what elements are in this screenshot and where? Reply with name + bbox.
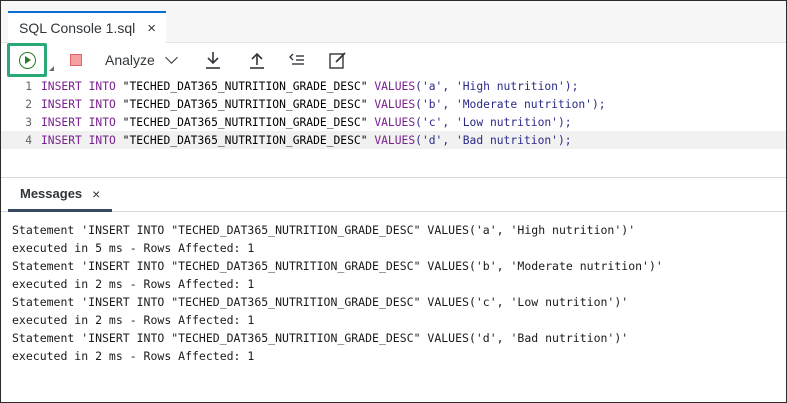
message-line: executed in 5 ms - Rows Affected: 1 <box>12 241 255 255</box>
code-text: INSERT INTO "TECHED_DAT365_NUTRITION_GRA… <box>41 97 606 111</box>
message-line: executed in 2 ms - Rows Affected: 1 <box>12 349 255 363</box>
tab-messages[interactable]: Messages × <box>8 178 113 212</box>
sql-editor[interactable]: 1 INSERT INTO "TECHED_DAT365_NUTRITION_G… <box>1 77 786 181</box>
message-line: Statement 'INSERT INTO "TECHED_DAT365_NU… <box>12 223 636 237</box>
run-icon <box>18 51 36 69</box>
analyze-label: Analyze <box>105 52 155 68</box>
editor-line[interactable]: 2 INSERT INTO "TECHED_DAT365_NUTRITION_G… <box>1 95 786 113</box>
upload-icon <box>250 52 264 69</box>
message-line: Statement 'INSERT INTO "TECHED_DAT365_NU… <box>12 259 663 273</box>
messages-output: Statement 'INSERT INTO "TECHED_DAT365_NU… <box>12 221 782 365</box>
message-line: Statement 'INSERT INTO "TECHED_DAT365_NU… <box>12 331 629 345</box>
edit-button[interactable] <box>327 49 349 71</box>
close-icon[interactable]: × <box>147 21 156 36</box>
line-number: 1 <box>25 79 32 93</box>
editor-line-active[interactable]: 4 INSERT INTO "TECHED_DAT365_NUTRITION_G… <box>1 131 786 149</box>
analyze-dropdown[interactable]: Analyze <box>105 49 178 71</box>
code-text: INSERT INTO "TECHED_DAT365_NUTRITION_GRA… <box>41 115 572 129</box>
line-number: 2 <box>25 97 32 111</box>
tab-label: SQL Console 1.sql <box>19 20 136 36</box>
editor-line[interactable]: 3 INSERT INTO "TECHED_DAT365_NUTRITION_G… <box>1 113 786 131</box>
chevron-down-icon <box>164 51 178 64</box>
messages-tab-label: Messages <box>20 186 83 201</box>
toolbar: Analyze <box>1 43 786 77</box>
run-button[interactable] <box>7 43 47 77</box>
messages-tab-bar: Messages × <box>1 178 786 212</box>
stop-button[interactable] <box>67 51 85 69</box>
line-number: 4 <box>25 133 32 147</box>
upload-button[interactable] <box>246 49 268 71</box>
editor-tab-bar: SQL Console 1.sql × <box>1 1 786 43</box>
editor-line[interactable]: 1 INSERT INTO "TECHED_DAT365_NUTRITION_G… <box>1 77 786 95</box>
message-line: executed in 2 ms - Rows Affected: 1 <box>12 313 255 327</box>
stop-icon <box>70 54 82 66</box>
message-line: Statement 'INSERT INTO "TECHED_DAT365_NU… <box>12 295 629 309</box>
line-number: 3 <box>25 115 32 129</box>
download-button[interactable] <box>202 49 224 71</box>
close-icon[interactable]: × <box>92 186 100 202</box>
format-button[interactable] <box>286 49 308 71</box>
code-text: INSERT INTO "TECHED_DAT365_NUTRITION_GRA… <box>41 79 579 93</box>
tab-sql-console[interactable]: SQL Console 1.sql × <box>8 11 166 43</box>
download-icon <box>206 52 220 69</box>
code-text: INSERT INTO "TECHED_DAT365_NUTRITION_GRA… <box>41 133 572 147</box>
sql-console-window: SQL Console 1.sql × Analyze 1 INSERT INT… <box>0 0 787 403</box>
message-line: executed in 2 ms - Rows Affected: 1 <box>12 277 255 291</box>
edit-icon <box>329 52 346 69</box>
format-icon <box>289 53 304 65</box>
run-options-corner-icon[interactable] <box>49 66 54 71</box>
